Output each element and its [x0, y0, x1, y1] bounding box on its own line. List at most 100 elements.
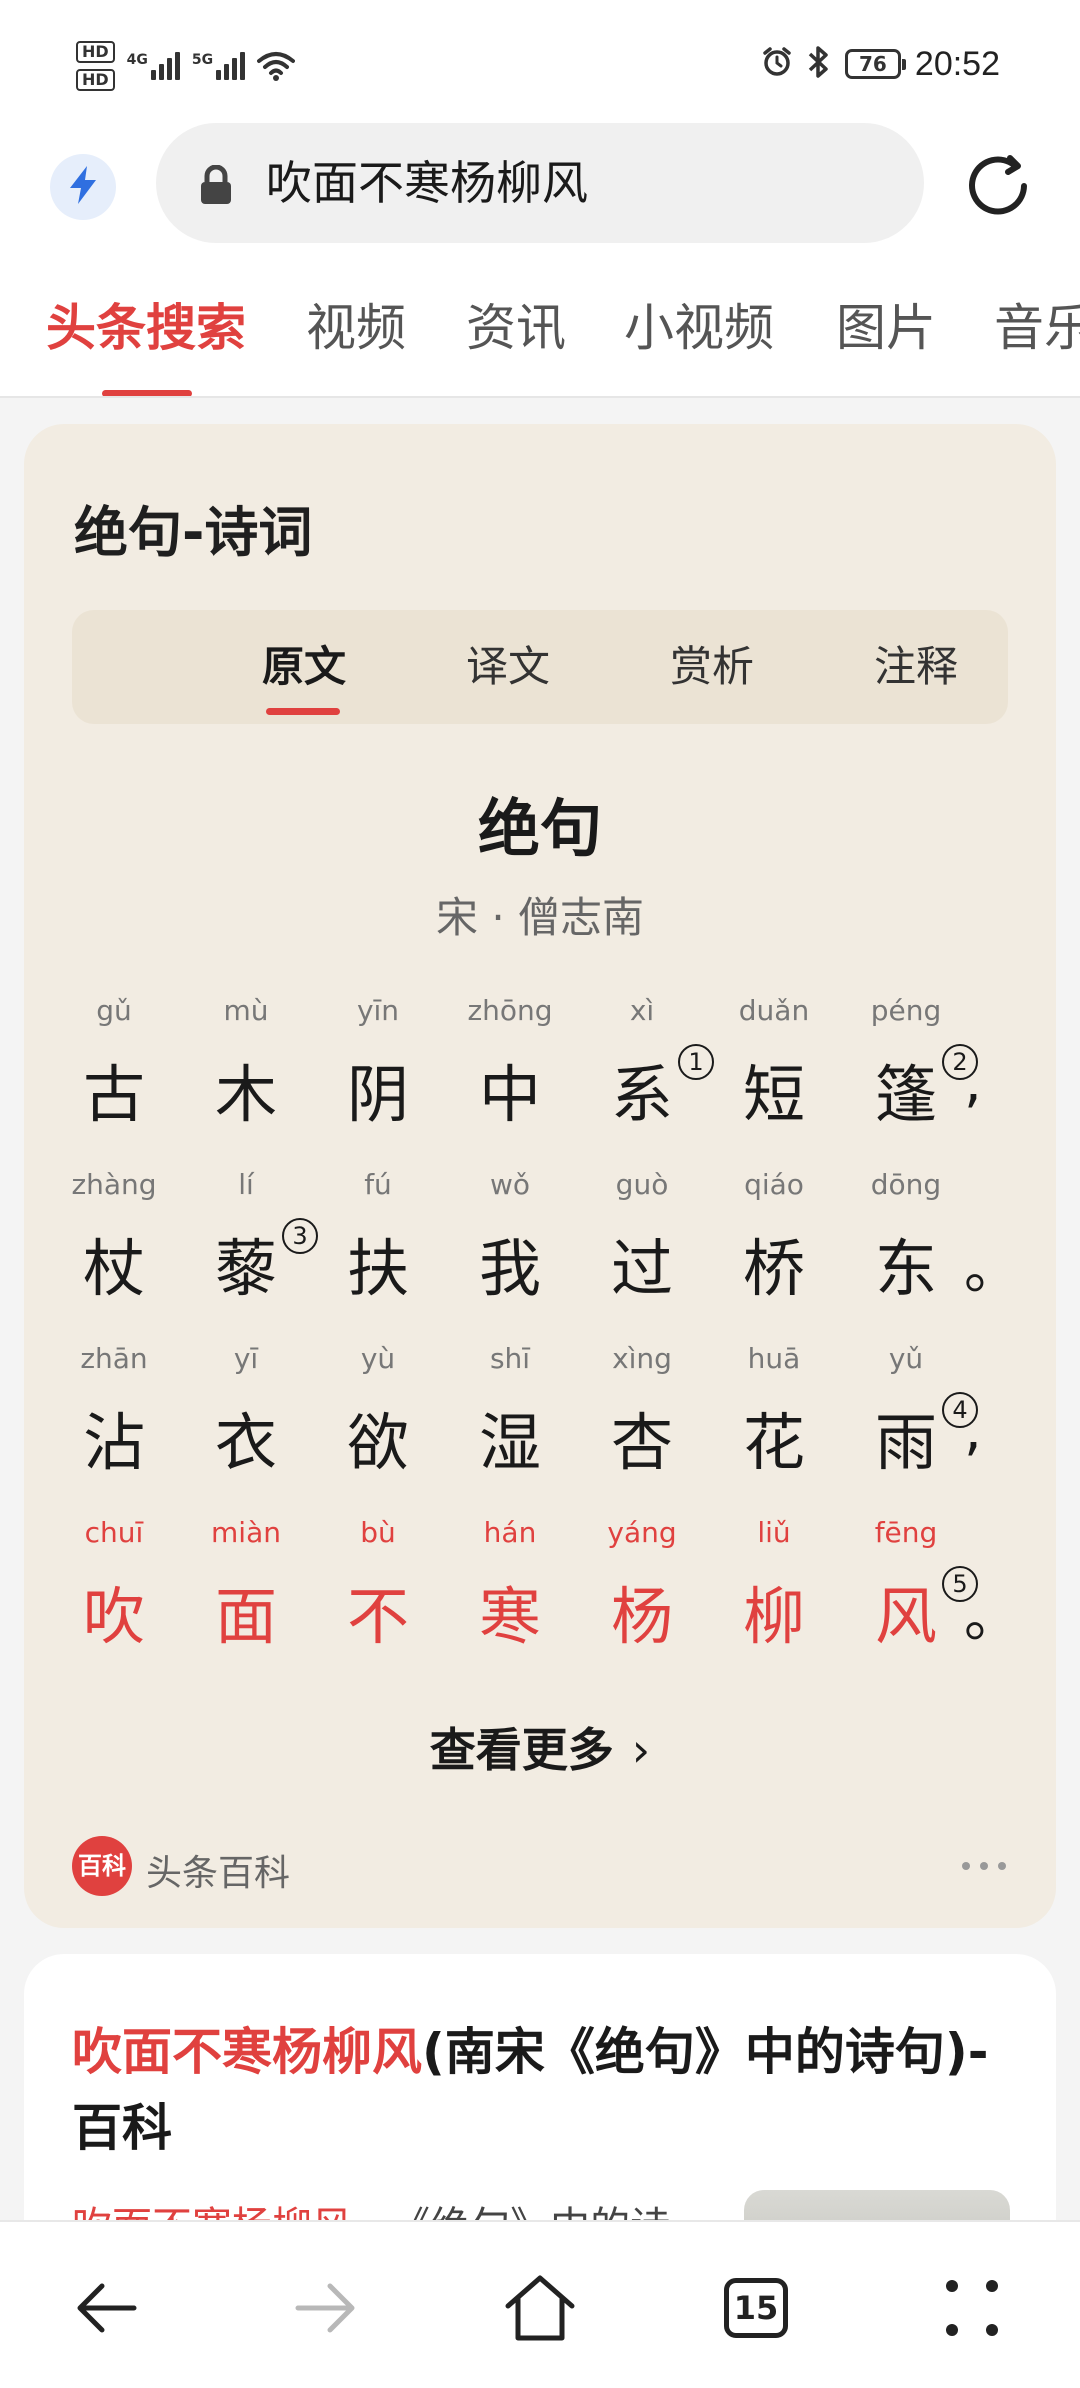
poem-char: dōng 东 [840, 1168, 972, 1342]
bottom-nav: 15 [0, 2220, 1080, 2388]
hanzi: 扶 [346, 1232, 409, 1305]
menu-button[interactable] [932, 2268, 1012, 2348]
status-left: HD HD 4G 5G [76, 36, 296, 96]
baike-logo: 百科 [72, 1836, 132, 1896]
pinyin: hán [483, 1516, 537, 1549]
poem-char: yīn 阴 [312, 994, 444, 1168]
poem-char: xì 系 [576, 994, 708, 1168]
poem-char: guò 过 [576, 1168, 708, 1342]
search-box[interactable]: 吹面不寒杨柳风 [156, 123, 924, 243]
subtab-original[interactable]: 原文 [204, 610, 404, 724]
pinyin: duǎn [738, 994, 810, 1027]
hanzi: 吹 [82, 1580, 145, 1653]
hanzi: 湿 [478, 1406, 541, 1479]
card-title: 绝句-诗词 [74, 501, 313, 564]
hanzi: 过 [610, 1232, 673, 1305]
poem-char: wǒ 我 [444, 1168, 576, 1342]
back-icon [77, 2283, 137, 2333]
pinyin: zhàng [71, 1168, 157, 1201]
poem-char: mù 木 [180, 994, 312, 1168]
subtab-translation[interactable]: 译文 [408, 610, 608, 724]
hanzi: 杖 [82, 1232, 145, 1305]
bolt-button[interactable] [50, 154, 116, 220]
home-icon [505, 2275, 575, 2341]
poem-card: 绝句-诗词 原文 译文 赏析 注释 绝句 宋 · 僧志南 gǔ 古 mù 木 yīn 阴 z… [24, 424, 1056, 1928]
search-result-card[interactable]: 吹面不寒杨柳风(南宋《绝句》中的诗句)-百科 吹面不寒杨柳风...《绝句》中的诗 [24, 1954, 1056, 2254]
hd1-badge: HD [76, 41, 115, 63]
pinyin: chuī [84, 1516, 144, 1549]
poem-char: xìng 杏 [576, 1342, 708, 1516]
poem-char: bù 不 [312, 1516, 444, 1690]
category-tabs: 头条搜索 视频 资讯 小视频 图片 音乐 [0, 248, 1080, 398]
poem-char: yǔ 雨 [840, 1342, 972, 1516]
view-more-label: 查看更多 [429, 1723, 614, 1777]
refresh-button[interactable] [958, 146, 1038, 226]
tab-toutiao-search[interactable]: 头条搜索 [46, 288, 246, 360]
poem-char: fēng 风 [840, 1516, 972, 1690]
hanzi: 古 [82, 1058, 145, 1131]
pinyin: wǒ [489, 1168, 531, 1201]
signal-4g-icon: 4G [127, 52, 180, 80]
tab-short-video[interactable]: 小视频 [624, 288, 774, 360]
lock-icon [198, 164, 234, 205]
pinyin: fēng [874, 1516, 938, 1549]
result-title-highlight: 吹面不寒杨柳风 [72, 2023, 422, 2081]
active-subtab-indicator [266, 708, 340, 715]
battery-indicator: 76 [844, 49, 906, 79]
tab-news[interactable]: 资讯 [466, 288, 566, 360]
hanzi: 寒 [478, 1580, 541, 1653]
pinyin: huā [747, 1342, 801, 1375]
punctuation: , [964, 1398, 982, 1463]
pinyin: gǔ [96, 994, 132, 1027]
tabs-button[interactable]: 15 [716, 2268, 796, 2348]
pinyin: zhōng [467, 994, 553, 1027]
back-button[interactable] [68, 2268, 148, 2348]
poem-line: gǔ 古 mù 木 yīn 阴 zhōng 中 xì 系 1 duǎn 短 péng 篷 2, [24, 994, 1056, 1168]
pinyin: qiáo [744, 1168, 804, 1201]
tab-video[interactable]: 视频 [306, 288, 406, 360]
punctuation: , [964, 1050, 982, 1115]
hanzi: 杏 [610, 1406, 673, 1479]
hanzi: 杨 [610, 1580, 673, 1653]
poem-char: chuī 吹 [48, 1516, 180, 1690]
pinyin: yù [360, 1342, 396, 1375]
bluetooth-icon [807, 45, 831, 83]
more-options-icon[interactable] [962, 1862, 1006, 1870]
hanzi: 欲 [346, 1406, 409, 1479]
poem-line: zhān 沾 yī 衣 yù 欲 shī 湿 xìng 杏 huā 花 yǔ 雨 4, [24, 1342, 1056, 1516]
hanzi: 桥 [742, 1232, 805, 1305]
poem-subtabs: 原文 译文 赏析 注释 [72, 610, 1008, 724]
pinyin: liǔ [757, 1516, 791, 1549]
subtab-annotation[interactable]: 注释 [816, 610, 1016, 724]
poem-char: zhōng 中 [444, 994, 576, 1168]
pinyin: yī [233, 1342, 259, 1375]
hanzi: 短 [742, 1058, 805, 1131]
search-query[interactable]: 吹面不寒杨柳风 [266, 123, 588, 243]
pinyin: zhān [80, 1342, 148, 1375]
subtab-appreciation[interactable]: 赏析 [612, 610, 812, 724]
view-more-button[interactable]: 查看更多 › [24, 1714, 1056, 1780]
result-title[interactable]: 吹面不寒杨柳风(南宋《绝句》中的诗句)-百科 [72, 2014, 1012, 2166]
tab-music[interactable]: 音乐 [994, 288, 1080, 360]
pinyin: fú [364, 1168, 392, 1201]
hanzi: 不 [346, 1580, 409, 1653]
punctuation: 。 [964, 1585, 1020, 1650]
pinyin: yǔ [888, 1342, 924, 1375]
hanzi: 中 [478, 1058, 541, 1131]
source-name[interactable]: 头条百科 [146, 1844, 290, 1896]
poem-char: lí 藜 [180, 1168, 312, 1342]
bolt-icon [66, 165, 100, 209]
pinyin: guò [615, 1168, 669, 1201]
poem-char: zhān 沾 [48, 1342, 180, 1516]
tabs-icon: 15 [724, 2278, 788, 2338]
poem-line: zhàng 杖 lí 藜 3 fú 扶 wǒ 我 guò 过 qiáo 桥 dōng 东。 [24, 1168, 1056, 1342]
status-right: 76 20:52 [761, 36, 1000, 92]
hanzi: 面 [214, 1580, 277, 1653]
poem-title: 绝句 [477, 792, 602, 865]
home-button[interactable] [500, 2268, 580, 2348]
tab-images[interactable]: 图片 [836, 288, 936, 360]
poem-char: yù 欲 [312, 1342, 444, 1516]
forward-button[interactable] [284, 2268, 364, 2348]
poem-char: liǔ 柳 [708, 1516, 840, 1690]
hanzi: 花 [742, 1406, 805, 1479]
